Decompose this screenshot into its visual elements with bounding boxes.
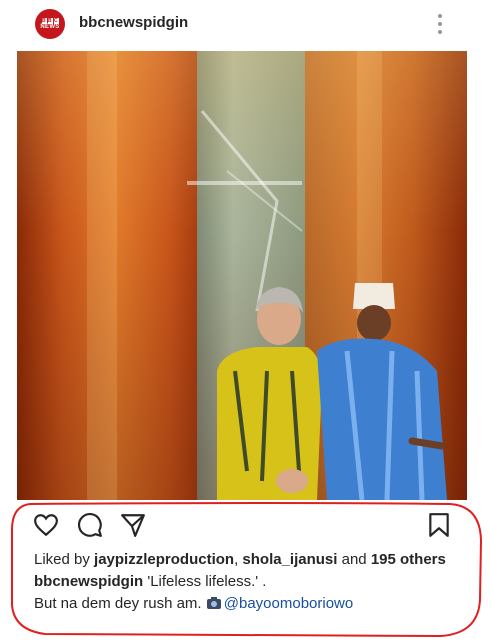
- caption-username[interactable]: bbcnewspidgin: [34, 573, 143, 590]
- avatar-news-text: NEWS: [40, 23, 60, 30]
- comment-icon[interactable]: [77, 512, 103, 538]
- caption-text: 'Lifeless lifeless.' .: [143, 573, 267, 590]
- likes-middle: and: [337, 551, 371, 568]
- post-username[interactable]: bbcnewspidgin: [79, 14, 188, 31]
- liker-link-2[interactable]: shola_ijanusi: [242, 551, 337, 568]
- likes-others-link[interactable]: 195 others: [371, 551, 446, 568]
- camera-icon: [206, 597, 221, 609]
- bookmark-icon[interactable]: [426, 512, 452, 538]
- heart-icon[interactable]: [33, 512, 59, 538]
- mention-link[interactable]: @bayoomoboriowo: [224, 595, 353, 612]
- send-icon[interactable]: [120, 512, 146, 538]
- post-actions: [0, 508, 491, 542]
- more-vertical-icon[interactable]: [434, 12, 446, 36]
- caption-line2-text: But na dem dey rush am.: [34, 595, 206, 612]
- avatar[interactable]: BBC NEWS: [35, 9, 65, 39]
- likes-prefix: Liked by: [34, 551, 95, 568]
- liker-link-1[interactable]: jaypizzleproduction: [94, 551, 234, 568]
- likes-summary: Liked by jaypizzleproduction, shola_ijan…: [34, 551, 446, 568]
- post-photo-illustration: [87, 51, 447, 500]
- caption-line-1: bbcnewspidgin 'Lifeless lifeless.' .: [34, 573, 266, 590]
- post-header: BBC NEWS bbcnewspidgin: [0, 0, 491, 48]
- caption-line-2: But na dem dey rush am. @bayoomoboriowo: [34, 595, 353, 612]
- post-image[interactable]: [17, 51, 467, 500]
